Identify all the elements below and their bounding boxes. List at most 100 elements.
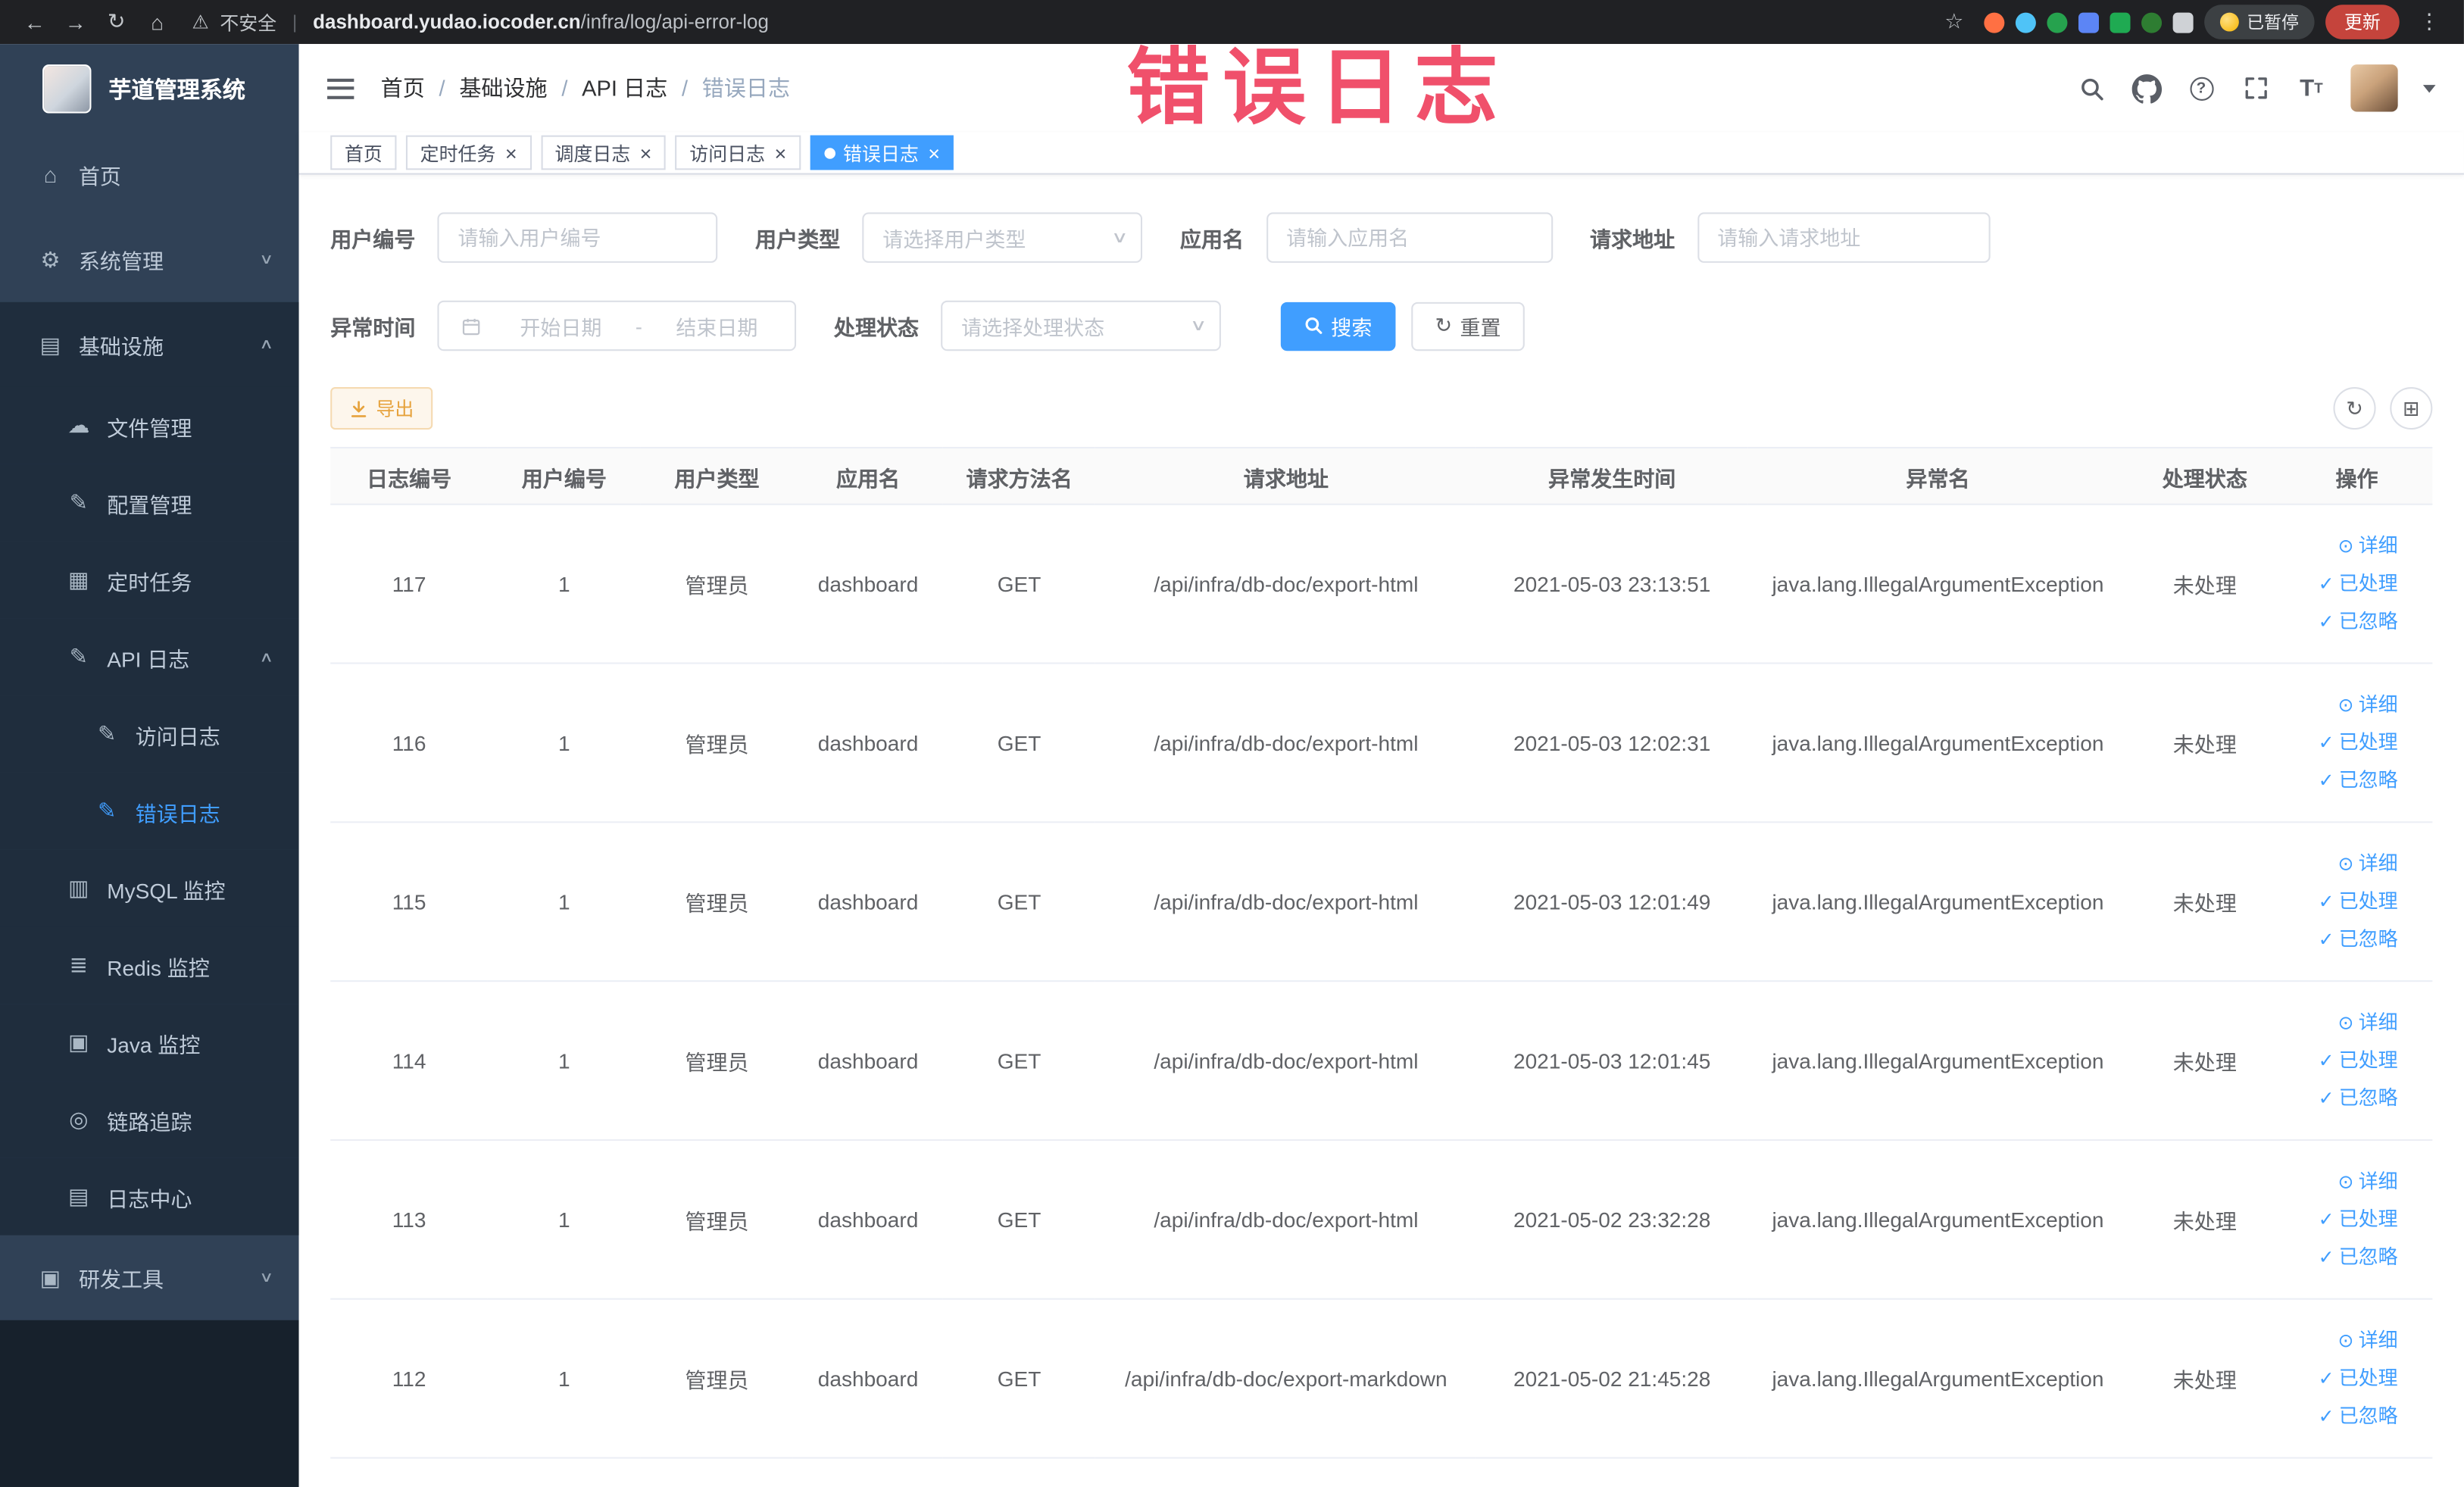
action-processed[interactable]: ✓ 已处理 [2291, 883, 2398, 920]
help-icon[interactable]: ? [2185, 73, 2217, 105]
home-icon: ⌂ [43, 161, 58, 188]
sidebar-item-trace[interactable]: ◎ 链路追踪 [0, 1081, 299, 1158]
check-icon: ✓ [2318, 610, 2334, 633]
browser-right-cluster: ☆ 已暂停 更新 ⋮ [1935, 3, 2448, 41]
tab-job-log[interactable]: 调度日志 × [540, 135, 667, 170]
action-label: 已处理 [2338, 1049, 2398, 1072]
breadcrumb-item[interactable]: 首页 [381, 73, 425, 105]
tab-home[interactable]: 首页 [330, 135, 397, 170]
sidebar-item-error-log[interactable]: ✎ 错误日志 [0, 772, 299, 850]
sidebar-item-dev-tools[interactable]: ▣ 研发工具 ∨ [0, 1236, 299, 1320]
cell-url: /api/infra/db-doc/export-html [1095, 663, 1477, 823]
chevron-down-icon: ∨ [1110, 229, 1129, 247]
reload-icon[interactable]: ↻ [98, 3, 136, 41]
cell-exception: java.lang.IllegalArgumentException [1747, 504, 2128, 664]
action-detail[interactable]: ⊙ 详细 [2291, 845, 2398, 883]
cell-exception: java.lang.IllegalArgumentException [1747, 663, 2128, 823]
user-id-input[interactable] [437, 212, 718, 263]
action-ignored[interactable]: ✓ 已忽略 [2291, 920, 2398, 958]
check-icon: ✓ [2318, 1087, 2334, 1110]
extension-icon[interactable] [2047, 11, 2068, 33]
sidebar-item-file-manage[interactable]: ☁ 文件管理 [0, 386, 299, 464]
sidebar-item-config-manage[interactable]: ✎ 配置管理 [0, 464, 299, 542]
search-icon[interactable] [2075, 73, 2107, 105]
action-ignored[interactable]: ✓ 已忽略 [2291, 1079, 2398, 1117]
tab-access-log[interactable]: 访问日志 × [675, 135, 801, 170]
check-icon: ✓ [2318, 928, 2334, 951]
address-bar[interactable]: ⚠ 不安全 | dashboard.yudao.iocoder.cn/infra… [192, 8, 1932, 35]
breadcrumb-item[interactable]: API 日志 [582, 73, 667, 105]
action-processed[interactable]: ✓ 已处理 [2291, 1201, 2398, 1239]
sidebar-item-access-log[interactable]: ✎ 访问日志 [0, 695, 299, 773]
search-button[interactable]: 搜索 [1280, 301, 1396, 351]
refresh-table-button[interactable]: ↻ [2333, 386, 2376, 430]
tab-scheduled-job[interactable]: 定时任务 × [405, 135, 532, 170]
user-avatar[interactable] [2350, 64, 2398, 112]
font-size-icon[interactable]: TT [2296, 73, 2328, 105]
extension-icon[interactable] [2110, 11, 2131, 33]
action-detail[interactable]: ⊙ 详细 [2291, 527, 2398, 565]
sidebar-item-mysql-monitor[interactable]: ▥ MySQL 监控 [0, 849, 299, 927]
action-label: 详细 [2358, 852, 2398, 875]
sidebar-item-api-log[interactable]: ✎ API 日志 ∧ [0, 618, 299, 696]
back-icon[interactable]: ← [16, 3, 54, 41]
sidebar-item-scheduled-job[interactable]: ▦ 定时任务 [0, 541, 299, 619]
filter-row-1: 用户编号 用户类型 请选择用户类型 ∨ 应用名 [330, 212, 2432, 263]
action-detail[interactable]: ⊙ 详细 [2291, 686, 2398, 724]
close-icon[interactable]: × [775, 142, 787, 163]
extension-icon[interactable] [2015, 11, 2036, 33]
update-button[interactable]: 更新 [2325, 5, 2400, 39]
extension-icon[interactable] [2172, 11, 2194, 33]
action-processed[interactable]: ✓ 已处理 [2291, 1360, 2398, 1398]
tab-error-log[interactable]: 错误日志 × [810, 135, 954, 170]
sidebar-item-redis-monitor[interactable]: ≣ Redis 监控 [0, 926, 299, 1004]
close-icon[interactable]: × [505, 142, 517, 163]
sidebar-menu: ⌂ 首页 ⚙ 系统管理 ∨ ▤ 基础设施 ∧ ☁ 文件管理 ✎ 配置管理 ▦ 定时任务 ✎ API 日志 ∧ ✎ 访… [0, 132, 299, 1320]
forward-icon[interactable]: → [57, 3, 95, 41]
request-url-input[interactable] [1697, 212, 1990, 263]
action-detail[interactable]: ⊙ 详细 [2291, 1322, 2398, 1360]
action-detail[interactable]: ⊙ 详细 [2291, 1004, 2398, 1042]
column-settings-button[interactable]: ⊞ [2390, 386, 2433, 430]
action-processed[interactable]: ✓ 已处理 [2291, 565, 2398, 603]
edit-icon: ✎ [98, 798, 117, 823]
export-button[interactable]: 导出 [330, 386, 433, 430]
action-processed[interactable]: ✓ 已处理 [2291, 724, 2398, 762]
active-dot [824, 147, 835, 158]
close-icon[interactable]: × [640, 142, 652, 163]
exception-time-range-picker[interactable]: 开始日期 - 结束日期 [437, 300, 797, 351]
chevron-down-icon[interactable] [2422, 84, 2436, 92]
breadcrumb-item[interactable]: 基础设施 [459, 73, 547, 105]
cell-id: 117 [330, 504, 489, 664]
extension-icon[interactable] [2078, 11, 2099, 33]
action-ignored[interactable]: ✓ 已忽略 [2291, 1239, 2398, 1276]
sidebar-item-home[interactable]: ⌂ 首页 [0, 132, 299, 217]
browser-home-icon[interactable]: ⌂ [139, 3, 176, 41]
sidebar-item-infrastructure[interactable]: ▤ 基础设施 ∧ [0, 301, 299, 387]
sidebar-item-system[interactable]: ⚙ 系统管理 ∨ [0, 217, 299, 302]
action-ignored[interactable]: ✓ 已忽略 [2291, 603, 2398, 641]
cell-method: GET [942, 1139, 1096, 1300]
process-status-select[interactable]: 请选择处理状态 ∨ [941, 300, 1221, 351]
action-label: 详细 [2358, 1170, 2398, 1193]
chevron-down-icon: ∨ [1189, 317, 1207, 335]
action-processed[interactable]: ✓ 已处理 [2291, 1042, 2398, 1079]
paused-badge[interactable]: 已暂停 [2204, 5, 2315, 39]
action-detail[interactable]: ⊙ 详细 [2291, 1163, 2398, 1201]
action-ignored[interactable]: ✓ 已忽略 [2291, 761, 2398, 799]
bookmark-star-icon[interactable]: ☆ [1935, 3, 1973, 41]
fullscreen-icon[interactable] [2241, 73, 2272, 105]
user-type-select[interactable]: 请选择用户类型 ∨ [862, 212, 1143, 263]
sidebar-toggle-icon[interactable] [327, 77, 354, 98]
reset-button[interactable]: ↻ 重置 [1411, 301, 1525, 351]
app-name-input[interactable] [1266, 212, 1553, 263]
action-ignored[interactable]: ✓ 已忽略 [2291, 1398, 2398, 1435]
kebab-menu-icon[interactable]: ⋮ [2410, 3, 2448, 41]
sidebar-item-java-monitor[interactable]: ▣ Java 监控 [0, 1004, 299, 1082]
sidebar-item-log-center[interactable]: ▤ 日志中心 [0, 1157, 299, 1236]
extension-icon[interactable] [1984, 11, 2005, 33]
extension-icon[interactable] [2141, 11, 2163, 33]
github-icon[interactable] [2131, 73, 2163, 105]
logo-bar[interactable]: 芋道管理系统 [0, 44, 299, 132]
close-icon[interactable]: × [928, 142, 940, 163]
